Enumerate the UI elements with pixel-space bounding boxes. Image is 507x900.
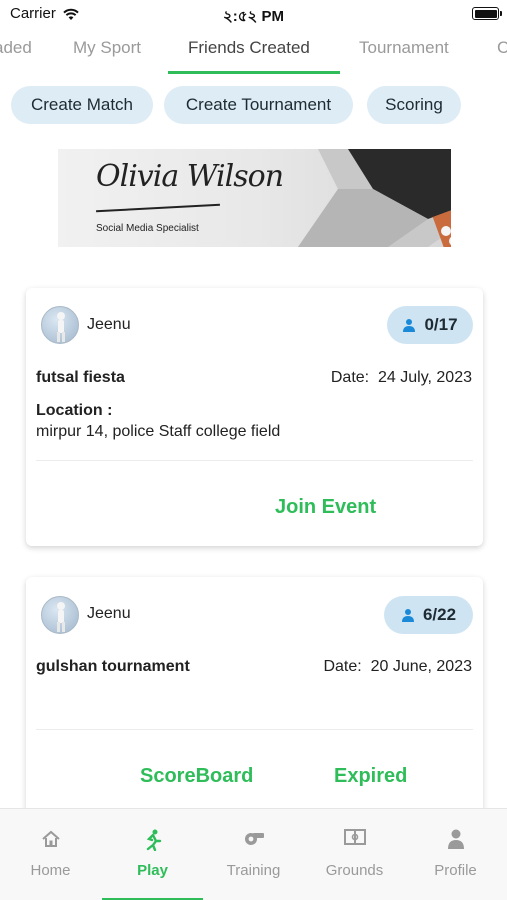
nav-home[interactable]: Home [0,809,101,900]
person-icon [403,319,416,332]
players-count: 0/17 [424,315,458,334]
clock: ২:৫২ PM [223,8,284,25]
bottom-navigation: Home Play Training Grounds Profile [0,808,507,900]
person-icon [447,829,464,849]
event-card[interactable]: Jeenu 0/17 futsal fiesta Date: 24 July, … [26,288,483,546]
nav-grounds-label: Grounds [325,862,384,879]
date-value: 20 June, 2023 [370,658,472,675]
event-name: futsal fiesta [36,369,125,386]
nav-training[interactable]: Training [203,809,304,900]
whistle-icon [244,833,264,845]
category-tabs: aded My Sport Friends Created Tournament… [0,28,507,76]
nav-training-label: Training [226,862,281,879]
running-icon [146,829,161,851]
banner-signature: Olivia Wilson [96,159,284,194]
avatar [41,596,79,634]
event-name: gulshan tournament [36,658,190,675]
status-bar: Carrier ২:৫২ PM [0,0,507,28]
person-icon [401,609,414,622]
active-tab-indicator [168,71,340,74]
tab-my-sport[interactable]: My Sport [73,38,141,58]
players-count-badge: 0/17 [387,306,473,344]
signature-underline [96,203,220,213]
nav-profile[interactable]: Profile [405,809,506,900]
divider [36,729,473,730]
event-card[interactable]: Jeenu 6/22 gulshan tournament Date: 20 J… [26,577,483,817]
location-value: mirpur 14, police Staff college field [36,423,281,440]
field-icon [343,829,366,845]
nav-grounds[interactable]: Grounds [304,809,405,900]
date-value: 24 July, 2023 [378,369,472,386]
laptop-illustration [298,149,451,247]
battery-icon [472,7,502,20]
nav-profile-label: Profile [434,862,477,879]
event-date: Date: 20 June, 2023 [323,658,472,676]
nav-play-label: Play [137,862,168,879]
tab-next[interactable]: C [497,38,507,58]
date-label: Date: [330,369,370,386]
players-count-badge: 6/22 [384,596,473,634]
players-count: 6/22 [422,605,457,624]
owner-name: Jeenu [87,316,131,333]
create-tournament-button[interactable]: Create Tournament [164,86,353,124]
nav-play[interactable]: Play [102,809,203,900]
tab-tournament[interactable]: Tournament [359,38,449,58]
location-label: Location : [36,402,113,419]
event-date: Date: 24 July, 2023 [331,369,472,387]
owner-name: Jeenu [87,605,131,622]
banner-subtitle: Social Media Specialist [96,223,199,234]
avatar [41,306,79,344]
tab-friends-created[interactable]: Friends Created [188,38,310,58]
date-label: Date: [323,658,362,675]
scoreboard-button[interactable]: ScoreBoard [140,765,253,788]
tab-joined[interactable]: aded [0,38,32,58]
create-match-button[interactable]: Create Match [11,86,153,124]
join-event-button[interactable]: Join Event [275,496,376,519]
promo-banner[interactable]: Olivia Wilson Social Media Specialist [57,135,451,259]
nav-home-label: Home [30,862,71,879]
action-chips: Create Match Create Tournament Scoring [0,86,507,126]
expired-status: Expired [334,765,408,787]
scoring-button[interactable]: Scoring [367,86,461,124]
divider [36,460,473,461]
home-icon [41,830,60,847]
banner-image: Olivia Wilson Social Media Specialist [58,149,451,247]
